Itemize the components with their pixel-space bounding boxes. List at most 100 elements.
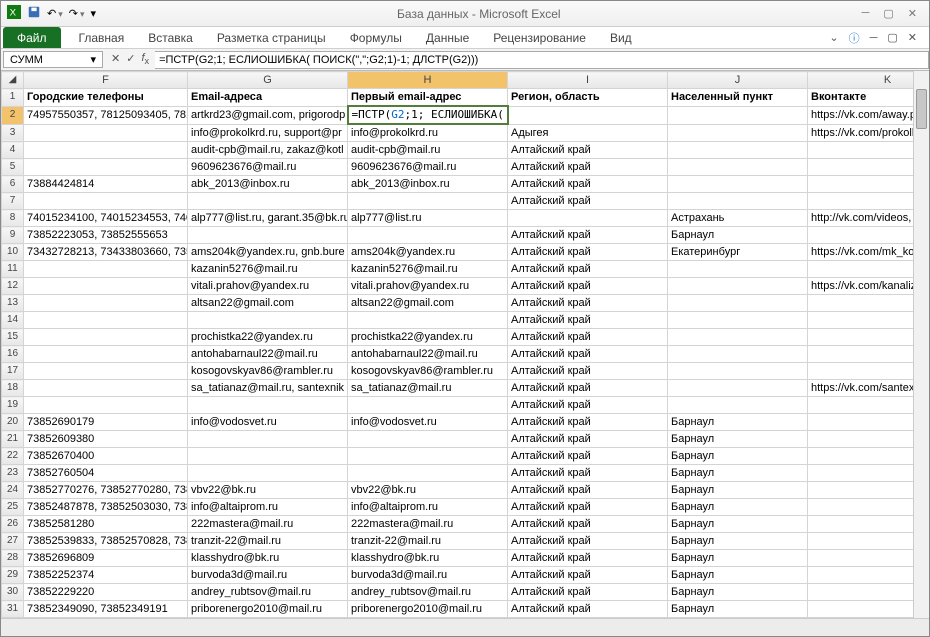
cell[interactable]: info@prokolkrd.ru <box>348 124 508 142</box>
cell[interactable]: 74957550357, 78125093405, 7812 <box>24 106 188 124</box>
cell[interactable] <box>808 499 930 516</box>
help-icon[interactable]: ⓘ <box>849 30 860 46</box>
cell[interactable]: Алтайский край <box>508 380 668 397</box>
cell[interactable] <box>808 431 930 448</box>
cell[interactable]: 73852670400 <box>24 448 188 465</box>
cell[interactable]: Барнаул <box>668 414 808 431</box>
row-header[interactable]: 9 <box>2 227 24 244</box>
cell[interactable]: https://vk.com/kanaliza <box>808 278 930 295</box>
tab-formulas[interactable]: Формулы <box>338 27 414 48</box>
cell[interactable] <box>668 312 808 329</box>
window-restore-icon[interactable]: ▢ <box>887 31 897 44</box>
cell[interactable]: audit-cpb@mail.ru, zakaz@kotl <box>188 142 348 159</box>
window-close-icon[interactable]: ✕ <box>908 31 917 44</box>
cell[interactable] <box>668 261 808 278</box>
cell[interactable]: Алтайский край <box>508 261 668 278</box>
row-header[interactable]: 25 <box>2 499 24 516</box>
cell[interactable]: Алтайский край <box>508 346 668 363</box>
cell[interactable] <box>668 142 808 159</box>
cell[interactable] <box>808 414 930 431</box>
cell[interactable]: 9609623676@mail.ru <box>188 159 348 176</box>
cell[interactable]: tranzit-22@mail.ru <box>348 533 508 550</box>
cell[interactable] <box>808 176 930 193</box>
cell[interactable] <box>24 278 188 295</box>
cell[interactable] <box>24 142 188 159</box>
row-header[interactable]: 11 <box>2 261 24 278</box>
row-header[interactable]: 17 <box>2 363 24 380</box>
cell[interactable]: abk_2013@inbox.ru <box>188 176 348 193</box>
cell[interactable] <box>808 261 930 278</box>
cell[interactable]: 73852349090, 73852349191 <box>24 601 188 618</box>
cell[interactable]: 9609623676@mail.ru <box>348 159 508 176</box>
header-cell[interactable]: Регион, область <box>508 89 668 107</box>
cell[interactable]: Барнаул <box>668 584 808 601</box>
close-icon[interactable]: ✕ <box>908 7 917 20</box>
cell[interactable] <box>808 397 930 414</box>
cell[interactable] <box>808 601 930 618</box>
cell[interactable]: Алтайский край <box>508 567 668 584</box>
cell[interactable] <box>668 329 808 346</box>
cell[interactable]: ams204k@yandex.ru, gnb.bure <box>188 244 348 261</box>
row-header[interactable]: 8 <box>2 210 24 227</box>
vertical-scrollbar[interactable] <box>913 71 929 618</box>
cell[interactable]: Барнаул <box>668 601 808 618</box>
cell[interactable]: Алтайский край <box>508 193 668 210</box>
header-cell[interactable]: Email-адреса <box>188 89 348 107</box>
cell[interactable]: 73884424814 <box>24 176 188 193</box>
col-header-J[interactable]: J <box>668 72 808 89</box>
cell[interactable] <box>668 124 808 142</box>
col-header-K[interactable]: K <box>808 72 930 89</box>
cell[interactable] <box>348 193 508 210</box>
cell[interactable]: Барнаул <box>668 448 808 465</box>
cell[interactable]: burvoda3d@mail.ru <box>348 567 508 584</box>
cell[interactable]: http://vk.com/videos, ht <box>808 210 930 227</box>
cell[interactable] <box>668 106 808 124</box>
row-header[interactable]: 26 <box>2 516 24 533</box>
cell[interactable]: priborenergo2010@mail.ru <box>188 601 348 618</box>
cell[interactable] <box>668 176 808 193</box>
cell[interactable]: vbv22@bk.ru <box>188 482 348 499</box>
cell[interactable]: Барнаул <box>668 227 808 244</box>
cell[interactable] <box>808 142 930 159</box>
row-header[interactable]: 14 <box>2 312 24 329</box>
cell[interactable]: Алтайский край <box>508 159 668 176</box>
cell[interactable]: https://vk.com/santexni <box>808 380 930 397</box>
tab-view[interactable]: Вид <box>598 27 644 48</box>
cell[interactable] <box>808 329 930 346</box>
cell[interactable]: 73852539833, 73852570828, 7385 <box>24 533 188 550</box>
cell[interactable]: 73852760504 <box>24 465 188 482</box>
cell[interactable]: Екатеринбург <box>668 244 808 261</box>
restore-icon[interactable]: ▢ <box>883 7 893 20</box>
cell[interactable] <box>24 261 188 278</box>
cell[interactable]: 73852696809 <box>24 550 188 567</box>
row-header[interactable]: 20 <box>2 414 24 431</box>
fx-icon[interactable]: fx <box>141 52 149 66</box>
cell[interactable] <box>24 312 188 329</box>
row-header[interactable]: 10 <box>2 244 24 261</box>
cell[interactable] <box>24 380 188 397</box>
cell[interactable] <box>24 193 188 210</box>
cell[interactable]: Алтайский край <box>508 465 668 482</box>
cell[interactable]: Барнаул <box>668 465 808 482</box>
cell[interactable] <box>348 227 508 244</box>
row-header[interactable]: 22 <box>2 448 24 465</box>
cell[interactable]: Барнаул <box>668 431 808 448</box>
tab-file[interactable]: Файл <box>3 27 61 48</box>
cell[interactable]: Алтайский край <box>508 431 668 448</box>
cell[interactable] <box>808 550 930 567</box>
row-header[interactable]: 3 <box>2 124 24 142</box>
cell[interactable]: Алтайский край <box>508 482 668 499</box>
cell[interactable] <box>348 448 508 465</box>
cell[interactable]: Алтайский край <box>508 516 668 533</box>
tab-home[interactable]: Главная <box>67 27 137 48</box>
tab-page-layout[interactable]: Разметка страницы <box>205 27 338 48</box>
ribbon-minimize-icon[interactable]: ⌄ <box>829 31 838 44</box>
cell[interactable]: Барнаул <box>668 550 808 567</box>
cell[interactable] <box>508 106 668 124</box>
row-header[interactable]: 18 <box>2 380 24 397</box>
header-cell[interactable]: Городские телефоны <box>24 89 188 107</box>
row-header[interactable]: 16 <box>2 346 24 363</box>
row-header[interactable]: 1 <box>2 89 24 107</box>
cell[interactable] <box>808 227 930 244</box>
col-header-H[interactable]: H <box>348 72 508 89</box>
